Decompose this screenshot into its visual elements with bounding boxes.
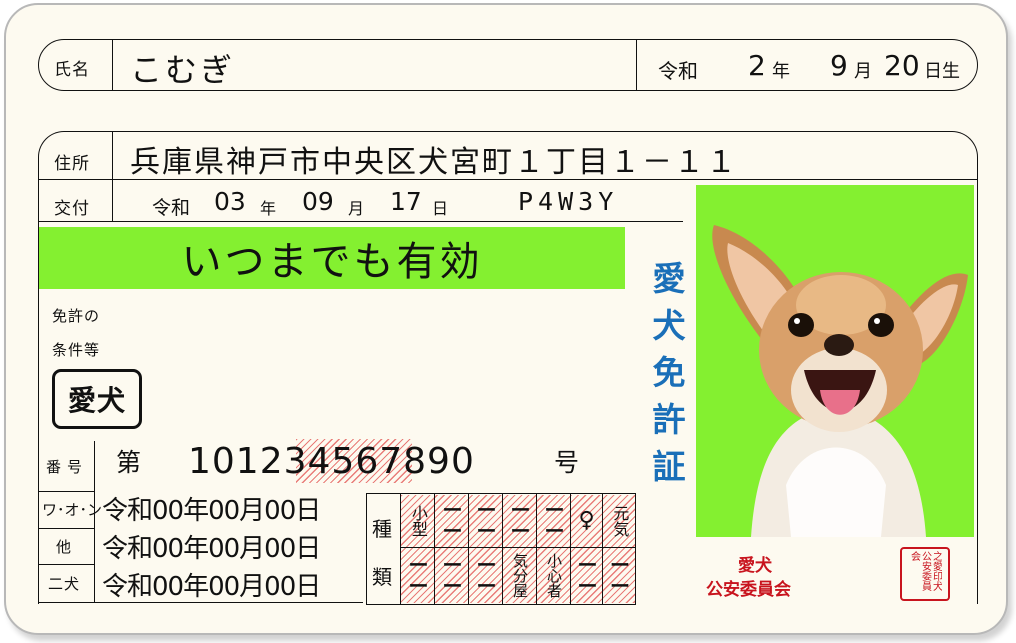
kind-cell-text: ーー — [610, 552, 630, 598]
kind-cell: ーー — [469, 495, 502, 547]
name-label: 氏名 — [54, 60, 90, 80]
divider — [94, 441, 95, 603]
kind-cell-text: ーー — [442, 498, 463, 543]
kind-cell-text: ーー — [577, 552, 598, 598]
kind-cell: ♀ — [571, 495, 602, 547]
kind-label-bottom: 類 — [372, 565, 392, 589]
date-value-won: 令和00年00月00日 — [102, 496, 321, 526]
condition-badge-text: 愛犬 — [67, 384, 126, 417]
kind-cell: 元気 — [603, 495, 635, 547]
kind-cell: ーー — [435, 495, 468, 547]
kind-cell: ーー — [401, 548, 434, 603]
birth-day: 20 — [884, 49, 920, 82]
conditions-label-line2: 条件等 — [52, 341, 101, 359]
kind-cell: ーー — [603, 548, 635, 603]
divider — [636, 40, 637, 90]
date-label-two-dogs: 二犬 — [48, 575, 81, 593]
kind-cell-text: ーー — [408, 552, 429, 598]
seal-text: 之愛印犬公安委員会 — [908, 551, 942, 591]
divider — [39, 564, 95, 565]
divider — [39, 528, 95, 529]
kind-cell-text: ーー — [442, 552, 463, 598]
date-value-other: 令和00年00月00日 — [102, 534, 321, 564]
issue-year-unit: 年 — [260, 199, 277, 218]
validity-bar: いつまでも有効 — [39, 227, 625, 289]
date-label-won: ワ･オ･ン — [42, 501, 103, 519]
kind-cell: ーー — [435, 548, 468, 603]
conditions-label-line1: 免許の — [52, 307, 101, 325]
issue-label: 交付 — [54, 199, 90, 219]
issue-month: 09 — [302, 187, 334, 216]
chihuahua-photo — [712, 225, 968, 537]
issuer-line2: 公安委員会 — [706, 580, 791, 600]
issuer-line1: 愛犬 — [738, 556, 772, 576]
issue-code: P4W3Y — [518, 187, 619, 216]
divider — [39, 221, 683, 222]
kind-cell: 小心者 — [537, 548, 570, 603]
kind-cell-text: 気分屋 — [511, 553, 529, 598]
birth-month-unit: 月 — [854, 61, 872, 82]
birth-day-unit: 日生 — [924, 61, 960, 82]
license-card: 氏名 こむぎ 令和 2 年 9 月 20 日生 住所 兵庫県神戸市中央区犬宮町１… — [4, 3, 1008, 635]
kind-cell-text: 小型 — [408, 505, 428, 537]
number-digits-b: 3456 — [283, 441, 380, 482]
issue-year: 03 — [214, 187, 246, 216]
kind-cell: 小型 — [401, 495, 434, 547]
birth-era: 令和 — [658, 59, 698, 83]
female-icon: ♀ — [578, 508, 595, 534]
kind-cell-text: ーー — [476, 498, 497, 543]
issue-date: 令和 03 年 09 月 17 日 P4W3Y — [152, 185, 672, 219]
birth-date: 令和 2 年 9 月 20 日生 — [658, 49, 978, 85]
issue-day: 17 — [390, 187, 422, 216]
address-label: 住所 — [54, 154, 90, 174]
name-value: こむぎ — [130, 51, 236, 89]
number-digits-c: 7890 — [379, 441, 475, 482]
date-label-other: 他 — [56, 538, 73, 556]
license-title: 愛犬免許証 — [647, 261, 686, 496]
validity-text: いつまでも有効 — [181, 239, 483, 285]
kind-cell: ーー — [503, 495, 536, 547]
date-value-two-dogs: 令和00年00月00日 — [102, 572, 321, 602]
kind-cell: ーー — [469, 548, 502, 603]
number-prefix: 第 — [116, 448, 142, 477]
license-number: 101234567890 — [188, 441, 475, 482]
number-label: 番号 — [46, 458, 89, 476]
divider — [112, 132, 113, 221]
kind-cell: ーー — [571, 548, 602, 603]
kind-cell: 気分屋 — [503, 548, 536, 603]
issue-era: 令和 — [152, 197, 191, 219]
kind-cell-text: ーー — [476, 552, 497, 598]
kind-cell-text: 小心者 — [545, 553, 563, 598]
birth-month: 9 — [830, 49, 848, 82]
photo — [696, 185, 974, 537]
divider — [39, 491, 95, 492]
divider — [112, 40, 113, 90]
kind-cell: ーー — [537, 495, 570, 547]
official-seal: 之愛印犬公安委員会 — [900, 547, 950, 601]
condition-badge: 愛犬 — [52, 369, 142, 429]
issue-month-unit: 月 — [348, 199, 365, 218]
birth-year-unit: 年 — [772, 61, 790, 82]
issue-day-unit: 日 — [432, 199, 449, 218]
kind-cell-text: ーー — [544, 498, 565, 543]
number-suffix: 号 — [554, 448, 580, 477]
kind-cell-text: ーー — [510, 498, 531, 543]
birth-year: 2 — [748, 49, 766, 82]
kind-label-top: 種 — [372, 517, 392, 541]
kind-cell-text: 元気 — [610, 505, 630, 537]
address-value: 兵庫県神戸市中央区犬宮町１丁目１－１１ — [130, 145, 738, 180]
number-digits-a: 1012 — [188, 441, 284, 482]
